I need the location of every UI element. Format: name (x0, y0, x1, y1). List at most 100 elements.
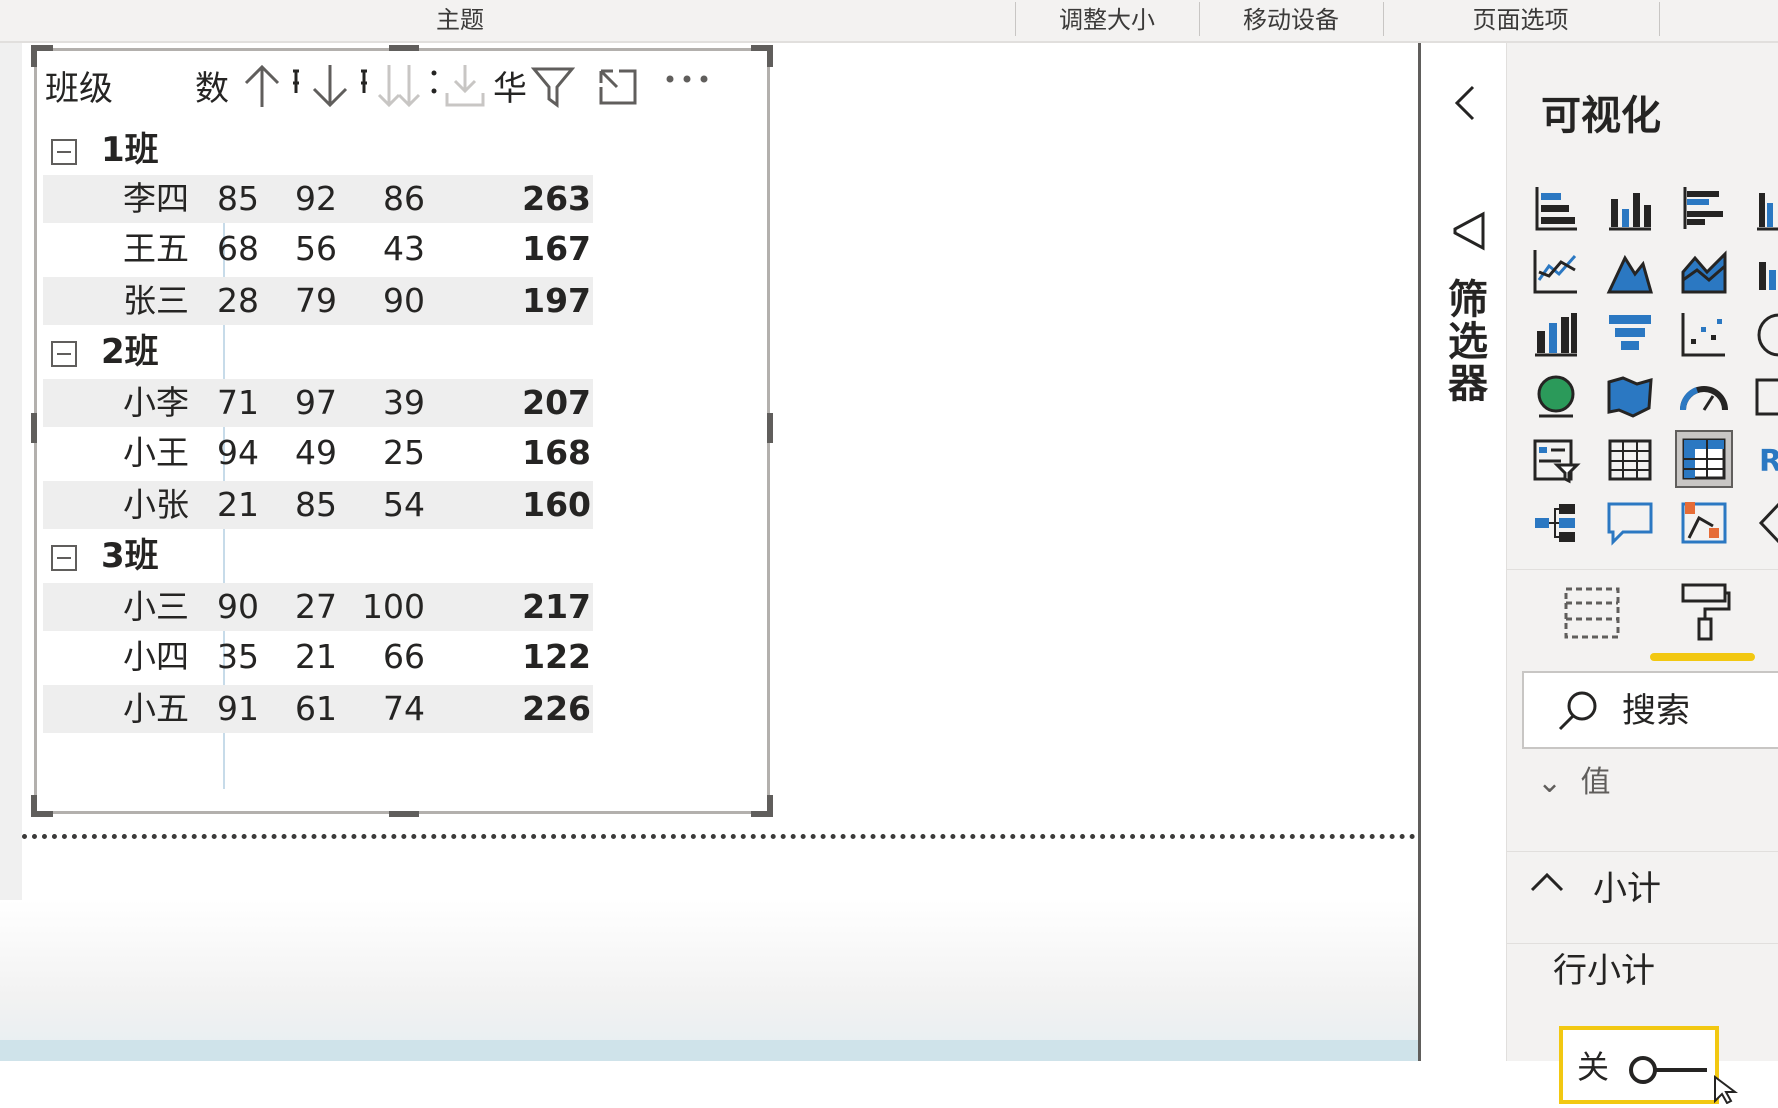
cell-value: 43 (383, 229, 425, 268)
sort-ascending-icon[interactable] (241, 63, 283, 109)
row-subtotals-label: 行小计 (1553, 951, 1655, 991)
table-row: 王五 68 56 43 167 (43, 225, 593, 273)
group-label: 1班 (101, 130, 159, 170)
row-header[interactable]: 班级 (45, 61, 113, 110)
matrix-group-row: 1班 (43, 125, 593, 175)
row-total: 207 (522, 383, 591, 422)
section-subtotals-header[interactable]: 小计 (1529, 855, 1778, 915)
more-options-icon[interactable] (665, 73, 709, 85)
ribbon-chart-icon[interactable] (1531, 309, 1581, 359)
cell-value: 97 (295, 383, 337, 422)
shape-icon[interactable] (1753, 498, 1778, 548)
row-name: 王五 (123, 229, 189, 268)
ribbon-group-theme[interactable]: 主题 (350, 0, 570, 41)
collapse-icon[interactable] (51, 139, 77, 165)
section-values-header[interactable]: ⌄ 值 (1537, 757, 1611, 801)
row-name: 小李 (123, 383, 189, 422)
pie-chart-icon[interactable] (1753, 309, 1778, 359)
row-name: 李四 (123, 179, 189, 218)
resize-handle-left[interactable] (31, 413, 37, 443)
filters-label[interactable]: 筛选器 (1441, 278, 1493, 404)
page-boundary-line (22, 834, 1416, 839)
resize-handle-top-right[interactable] (751, 45, 773, 67)
cell-value: 21 (217, 485, 259, 524)
search-input[interactable]: 搜索 (1522, 671, 1778, 749)
cell-value: 21 (295, 637, 337, 676)
clustered-bar-chart-icon[interactable] (1679, 183, 1729, 233)
filled-map-icon[interactable] (1605, 372, 1655, 422)
line-column-chart-icon[interactable] (1753, 246, 1778, 296)
table-icon[interactable] (1605, 435, 1655, 485)
card-icon[interactable] (1753, 372, 1778, 422)
matrix-icon[interactable] (1675, 430, 1733, 488)
clustered-column-chart-icon[interactable] (1753, 183, 1778, 233)
column-header[interactable]: 数 (195, 61, 229, 110)
row-name: 张三 (123, 281, 189, 320)
svg-text:R: R (1759, 444, 1778, 479)
row-total: 168 (522, 433, 591, 472)
total-header[interactable]: 华 (493, 61, 527, 110)
qna-icon[interactable] (1605, 498, 1655, 548)
area-chart-icon[interactable] (1605, 246, 1655, 296)
row-name: 小三 (123, 587, 189, 626)
stacked-bar-chart-icon[interactable] (1531, 183, 1581, 233)
cell-value: 28 (217, 281, 259, 320)
cell-value: 90 (217, 587, 259, 626)
filter-icon[interactable] (531, 63, 575, 109)
r-visual-icon[interactable]: R (1753, 435, 1778, 485)
cell-value: 74 (383, 689, 425, 728)
matrix-visual[interactable]: 班级 数 华 1班 李四 85 92 86 263 王五 68 56 43 16… (31, 45, 773, 817)
row-name: 小王 (123, 433, 189, 472)
cell-value: 56 (295, 229, 337, 268)
cell-value: 90 (383, 281, 425, 320)
expand-level-icon[interactable] (443, 63, 487, 109)
canvas-bottom-fade (0, 900, 1418, 1061)
slicer-icon[interactable] (1531, 435, 1581, 485)
cell-value: 61 (295, 689, 337, 728)
sort-descending-icon[interactable] (309, 63, 351, 109)
cell-value: 91 (217, 689, 259, 728)
ribbon-group-resize[interactable]: 调整大小 (1015, 0, 1199, 41)
resize-handle-top[interactable] (389, 45, 419, 51)
table-row: 小王 94 49 25 168 (43, 429, 593, 477)
collapse-pane-icon[interactable] (1453, 83, 1477, 127)
resize-handle-bottom-right[interactable] (751, 795, 773, 817)
stacked-column-chart-icon[interactable] (1605, 183, 1655, 233)
matrix-group-row: 3班 (43, 531, 593, 581)
collapse-icon[interactable] (51, 341, 77, 367)
row-total: 122 (522, 637, 591, 676)
key-influencers-icon[interactable] (1679, 498, 1729, 548)
resize-handle-bottom[interactable] (389, 811, 419, 817)
chevron-up-icon (1529, 871, 1565, 897)
resize-handle-bottom-left[interactable] (31, 795, 53, 817)
visualizations-pane: 可视化 R 搜索 ⌄ 值 小计 行小计 关 (1506, 43, 1778, 1105)
ribbon: 主题 调整大小 移动设备 页面选项 (0, 0, 1778, 43)
focus-mode-icon[interactable] (597, 67, 639, 107)
map-icon[interactable] (1531, 372, 1581, 422)
toggle-state-label: 关 (1577, 1048, 1610, 1086)
header-truncated-glyph-icon (429, 63, 439, 103)
resize-handle-right[interactable] (767, 413, 773, 443)
row-subtotals-toggle[interactable]: 关 (1559, 1026, 1719, 1104)
funnel-chart-icon[interactable] (1605, 309, 1655, 359)
collapse-icon[interactable] (51, 545, 77, 571)
row-total: 263 (522, 179, 591, 218)
gauge-icon[interactable] (1679, 372, 1729, 422)
cell-value: 79 (295, 281, 337, 320)
pane-divider (1507, 851, 1778, 852)
stacked-area-chart-icon[interactable] (1679, 246, 1729, 296)
cell-value: 54 (383, 485, 425, 524)
filters-pane[interactable]: 筛选器 (1418, 43, 1509, 1061)
line-chart-icon[interactable] (1531, 246, 1581, 296)
decomposition-tree-icon[interactable] (1531, 498, 1581, 548)
cell-value: 85 (295, 485, 337, 524)
pane-title: 可视化 (1541, 93, 1661, 139)
fields-tab-icon[interactable] (1563, 585, 1621, 645)
format-tab-icon[interactable] (1679, 581, 1731, 647)
row-total: 226 (522, 689, 591, 728)
ribbon-group-page-options[interactable]: 页面选项 (1383, 0, 1658, 41)
scatter-chart-icon[interactable] (1679, 309, 1729, 359)
drill-down-icon[interactable] (377, 63, 421, 109)
ribbon-group-mobile[interactable]: 移动设备 (1199, 0, 1383, 41)
cell-value: 27 (295, 587, 337, 626)
